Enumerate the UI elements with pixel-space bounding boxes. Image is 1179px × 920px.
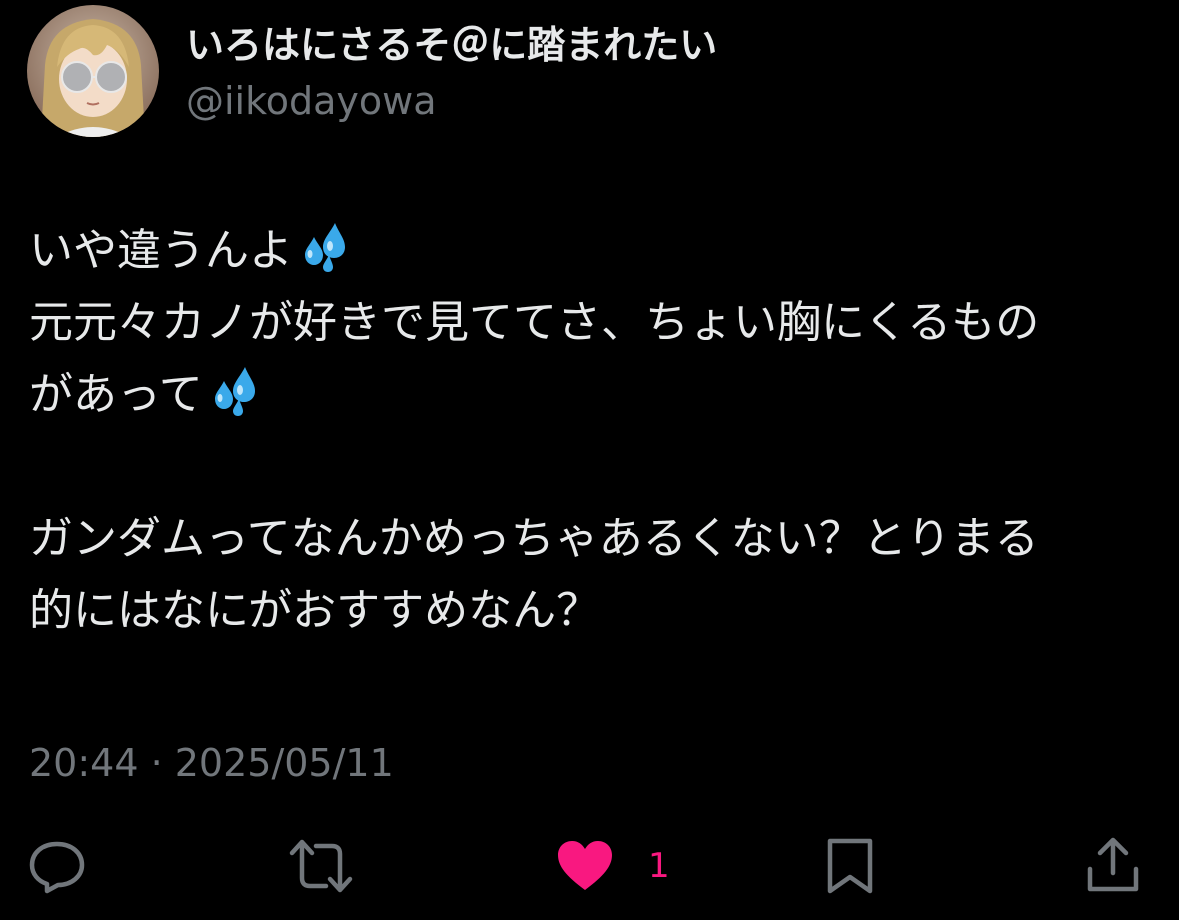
- tweet-timestamp[interactable]: 20:44 · 2025/05/11: [29, 738, 394, 788]
- retweet-button[interactable]: [288, 838, 354, 894]
- tweet-line: いや違うんよ: [29, 215, 1159, 287]
- like-button[interactable]: 1: [556, 838, 670, 894]
- tweet-line-text: があって: [29, 369, 203, 420]
- like-count: 1: [648, 846, 670, 886]
- anime-girl-avatar-icon: [27, 5, 159, 137]
- tweet-line: 元元々カノが好きで見ててさ、ちょい胸にくるもの: [29, 297, 1040, 348]
- retweet-icon: [289, 839, 353, 893]
- tweet-line: があって: [29, 359, 1159, 431]
- bookmark-button[interactable]: [826, 838, 874, 894]
- reply-icon: [29, 841, 85, 894]
- bookmark-icon: [827, 838, 873, 894]
- tweet-line: 的にはなにがおすすめなん？: [29, 585, 601, 636]
- reply-button[interactable]: [28, 838, 86, 894]
- sweat-droplets-emoji-icon: [305, 223, 345, 272]
- sweat-droplets-emoji-icon: [214, 367, 255, 416]
- tweet-text: いや違うんよ 元元々カノが好きで見ててさ、ちょい胸にくるもの があって ガンダム…: [29, 215, 1159, 647]
- author-display-name[interactable]: いろはにさるそ＠に踏まれたい: [186, 22, 717, 68]
- share-button[interactable]: [1086, 837, 1140, 894]
- heart-icon: [558, 841, 612, 890]
- tweet-line-text: いや違うんよ: [29, 225, 293, 276]
- author-handle[interactable]: @iikodayowa: [186, 78, 437, 124]
- author-avatar[interactable]: [27, 5, 159, 137]
- tweet-line: ガンダムってなんかめっちゃあるくない？とりまる: [29, 513, 1039, 564]
- share-icon: [1087, 837, 1139, 892]
